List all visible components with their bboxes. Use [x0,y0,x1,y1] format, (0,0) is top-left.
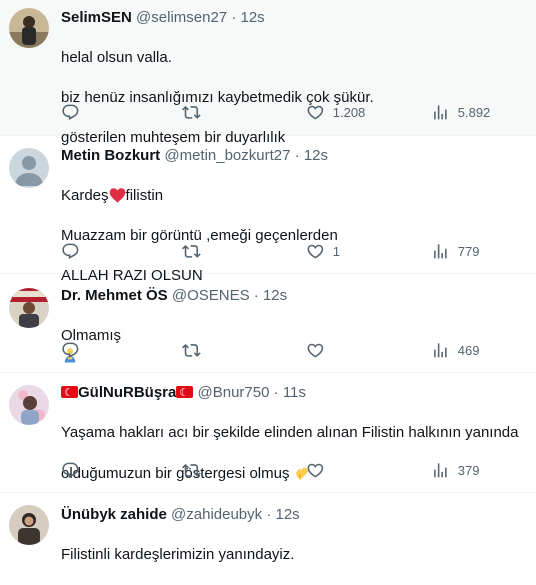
retweet-button[interactable] [182,241,201,261]
reply-button[interactable] [61,340,80,360]
views-button[interactable]: 5.892 [431,102,490,122]
tweet-text: Filistinli kardeşlerimizin yanındayiz. [61,525,530,585]
user-handle[interactable]: @selimsen27 [136,9,227,26]
like-count: 1 [332,243,340,259]
tweet-line: Filistinli kardeşlerimizin yanındayiz. [61,546,295,563]
display-name[interactable]: Ünübyk zahide [61,506,167,523]
reply-icon [62,462,79,478]
avatar[interactable] [9,148,49,188]
view-count: 779 [457,243,480,259]
heart-icon [307,343,324,358]
tweet-actions: 1.208 5.892 [61,102,516,122]
like-count: 1.208 [332,104,366,120]
tweet-2[interactable]: Metin Bozkurt @metin_bozkurt27 · 12s Kar… [0,136,536,284]
separator-dot: · [253,287,259,304]
tweet-4[interactable]: GülNuRBüşra @Bnur750 · 11s Yaşama haklar… [0,373,536,493]
user-handle[interactable]: @zahideubyk [171,506,262,523]
display-name[interactable]: GülNuRBüşra [78,384,176,401]
timestamp[interactable]: 12s [304,147,328,164]
tweet-line: helal olsun valla. [61,49,172,66]
reply-icon [62,342,79,358]
timestamp[interactable]: 12s [241,9,265,26]
tweet-actions: 1 779 [61,241,516,261]
timestamp[interactable]: 12s [276,506,300,523]
separator-dot: · [273,384,279,401]
timestamp[interactable]: 12s [263,287,287,304]
view-count: 469 [457,342,480,358]
tweet-header: GülNuRBüşra @Bnur750 · 11s [61,383,530,403]
retweet-button[interactable] [182,340,201,360]
views-button[interactable]: 469 [431,340,479,360]
red-heart-emoji [109,188,125,203]
tweet-header: Ünübyk zahide @zahideubyk · 12s [61,505,530,525]
retweet-icon [182,463,201,477]
tweet-line: Yaşama hakları acı bir şekilde elinden a… [61,424,519,441]
tweet-header: Dr. Mehmet ÖS @OSENES · 12s [61,286,530,306]
like-button[interactable] [306,340,325,360]
view-count: 5.892 [457,104,491,120]
user-handle[interactable]: @metin_bozkurt27 [164,147,290,164]
views-button[interactable]: 379 [431,460,479,480]
turkey-flag-emoji [61,383,78,403]
reply-button[interactable] [61,460,80,480]
retweet-icon [182,343,201,357]
heart-icon [307,244,324,259]
tweet-1[interactable]: SelimSEN @selimsen27 · 12s helal olsun v… [0,0,536,146]
views-icon [434,462,447,478]
tweet-actions: 469 [61,340,516,360]
avatar[interactable] [9,385,49,425]
tweet-actions: 379 [61,460,516,480]
views-button[interactable]: 779 [431,241,479,261]
timestamp[interactable]: 11s [283,384,306,401]
turkey-flag-emoji [176,383,194,403]
like-button[interactable] [306,460,325,480]
tweet-header: SelimSEN @selimsen27 · 12s [61,8,530,28]
user-handle[interactable]: @Bnur750 [198,384,270,401]
display-name[interactable]: Dr. Mehmet ÖS [61,287,168,304]
display-name[interactable]: SelimSEN [61,9,132,26]
tweet-line: Kardeş filistin [61,187,164,204]
view-count: 379 [457,462,480,478]
like-button[interactable]: 1 [306,241,340,261]
display-name[interactable]: Metin Bozkurt [61,147,160,164]
retweet-button[interactable] [182,460,201,480]
views-icon [434,104,447,120]
reply-button[interactable] [61,241,80,261]
avatar[interactable] [9,288,49,328]
tweet-3[interactable]: Dr. Mehmet ÖS @OSENES · 12s Olmamış 469 [0,274,536,373]
separator-dot: · [231,9,237,26]
heart-icon [307,463,324,478]
like-button[interactable]: 1.208 [306,102,365,122]
user-handle[interactable]: @OSENES [172,287,250,304]
retweet-button[interactable] [182,102,201,122]
reply-button[interactable] [61,102,80,122]
avatar[interactable] [9,8,49,48]
views-icon [434,243,447,259]
reply-icon [62,104,79,120]
avatar[interactable] [9,505,49,545]
heart-icon [307,105,324,120]
tweet-header: Metin Bozkurt @metin_bozkurt27 · 12s [61,146,530,166]
views-icon [434,342,447,358]
retweet-icon [182,244,201,258]
tweet-text: Yaşama hakları acı bir şekilde elinden a… [61,403,536,504]
tweet-5[interactable]: Ünübyk zahide @zahideubyk · 12s Filistin… [0,493,536,564]
separator-dot: · [294,147,300,164]
retweet-icon [182,105,201,119]
reply-icon [62,243,79,259]
separator-dot: · [266,506,272,523]
